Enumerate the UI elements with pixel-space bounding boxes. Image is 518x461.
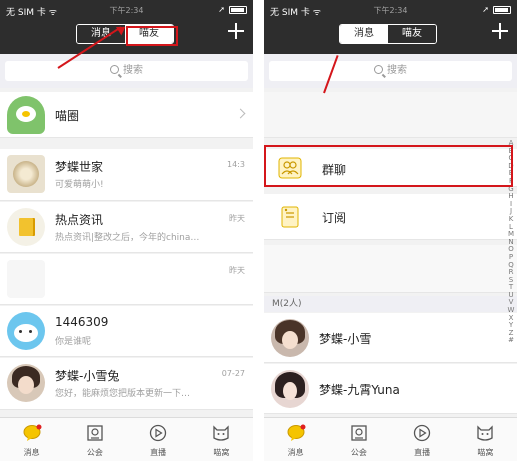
tab-label: 消息 [23, 448, 40, 457]
message-bubble-icon [23, 424, 42, 441]
chat-row[interactable]: 1446309 你是谁呢 [0, 306, 253, 357]
blurred-row [264, 92, 517, 138]
chat-name: 1446309 [55, 315, 109, 329]
play-circle-icon [149, 424, 167, 442]
chat-preview: 热点资讯|整改之后，今年的china… [55, 233, 200, 243]
tab-label: 直播 [414, 448, 431, 457]
avatar [7, 364, 45, 402]
contact-name: 梦蝶-九霄Yuna [319, 383, 400, 397]
chat-time: 昨天 [229, 266, 245, 275]
chat-row[interactable]: 梦蝶-小雪兔 您好，能麻烦您把版本更新一下… 07-27 [0, 358, 253, 410]
tab-label: 公会 [86, 448, 103, 457]
status-bar: 无 SIM 卡 ᯤ 下午2:34 ➚ [264, 5, 517, 18]
contact-name: 梦蝶-小雪 [319, 332, 372, 346]
segment-control: 消息 喵友 [339, 24, 437, 44]
bottom-tab-bar: 消息 公会 直播 喵窝 [0, 417, 253, 461]
search-input[interactable]: 搜索 [5, 61, 248, 81]
chat-row[interactable]: 昨天 [0, 254, 253, 305]
avatar [7, 260, 45, 298]
battery-icon [229, 6, 247, 14]
chat-preview: 你是谁呢 [55, 337, 92, 347]
bottom-tab-bar: 消息 公会 直播 喵窝 [264, 417, 517, 461]
tab-guild[interactable]: 公会 [327, 418, 390, 461]
tab-nest[interactable]: 喵窝 [454, 418, 517, 461]
search-icon [374, 65, 383, 74]
subscribe-icon [281, 206, 299, 228]
cat-face-icon [477, 425, 494, 441]
chat-time: 昨天 [229, 214, 245, 223]
tab-friends[interactable]: 喵友 [388, 25, 436, 43]
blurred-row [264, 245, 517, 293]
chat-time: 14:3 [227, 160, 245, 169]
contact-row[interactable]: 梦蝶-九霄Yuna [264, 364, 517, 414]
guild-icon [351, 425, 367, 441]
alphabet-letter[interactable]: # [506, 337, 516, 345]
message-bubble-icon [287, 424, 306, 441]
right-screen: 无 SIM 卡 ᯤ 下午2:34 ➚ 消息 喵友 搜索 群聊 订阅 M(2人) … [264, 0, 517, 461]
chat-row[interactable]: 梦蝶世家 可爱萌萌小! 14:3 [0, 149, 253, 201]
cat-face-icon [213, 425, 230, 441]
chat-name: 热点资讯 [55, 213, 104, 227]
tab-nest[interactable]: 喵窝 [190, 418, 253, 461]
chat-preview: 可爱萌萌小! [55, 180, 104, 190]
chat-preview: 您好，能麻烦您把版本更新一下… [55, 389, 191, 399]
tab-label: 喵窝 [477, 448, 494, 457]
highlight-box [126, 26, 178, 46]
avatar [7, 208, 45, 246]
miaoquan-row[interactable]: 喵圈 [0, 92, 253, 138]
chat-row[interactable]: 热点资讯 热点资讯|整改之后，今年的china… 昨天 [0, 202, 253, 253]
search-icon [110, 65, 119, 74]
add-icon[interactable] [491, 22, 509, 40]
battery-icon [493, 6, 511, 14]
search-area: 搜索 [264, 54, 517, 88]
nav-header: 无 SIM 卡 ᯤ 下午2:34 ➚ 消息 喵友 [264, 0, 517, 54]
highlight-box [264, 145, 513, 187]
avatar [271, 319, 309, 357]
left-screen: 无 SIM 卡 ᯤ 下午2:34 ➚ 消息 喵友 搜索 喵圈 梦蝶世家 可爱萌萌… [0, 0, 253, 461]
tab-messages-bottom[interactable]: 消息 [264, 418, 327, 461]
add-icon[interactable] [227, 22, 245, 40]
tab-label: 消息 [287, 448, 304, 457]
subscribe-label: 订阅 [322, 211, 347, 225]
subscribe-row[interactable]: 订阅 [264, 194, 517, 240]
tab-messages[interactable]: 消息 [340, 25, 388, 43]
chevron-right-icon [235, 108, 246, 119]
clock: 下午2:34 [373, 6, 408, 15]
tab-live[interactable]: 直播 [127, 418, 190, 461]
contact-row[interactable]: 梦蝶-小雪 [264, 313, 517, 363]
search-placeholder: 搜索 [123, 65, 143, 76]
tab-live[interactable]: 直播 [391, 418, 454, 461]
chat-name: 梦蝶-小雪兔 [55, 369, 120, 383]
section-header: M(2人) [264, 296, 517, 312]
guild-icon [87, 425, 103, 441]
tab-label: 喵窝 [213, 448, 230, 457]
avatar [7, 155, 45, 193]
location-icon: ➚ [482, 5, 489, 14]
search-input[interactable]: 搜索 [269, 61, 512, 81]
chat-time: 07-27 [221, 369, 245, 378]
search-placeholder: 搜索 [387, 65, 407, 76]
avatar [271, 370, 309, 408]
clock: 下午2:34 [109, 6, 144, 15]
miaoquan-icon [7, 96, 45, 134]
tab-label: 公会 [350, 448, 367, 457]
tab-label: 直播 [150, 448, 167, 457]
chat-name: 梦蝶世家 [55, 160, 104, 174]
miaoquan-title: 喵圈 [55, 109, 80, 123]
tab-messages-bottom[interactable]: 消息 [0, 418, 63, 461]
avatar [7, 312, 45, 350]
search-area: 搜索 [0, 54, 253, 88]
location-icon: ➚ [218, 5, 225, 14]
play-circle-icon [413, 424, 431, 442]
tab-guild[interactable]: 公会 [63, 418, 126, 461]
status-bar: 无 SIM 卡 ᯤ 下午2:34 ➚ [0, 5, 253, 18]
